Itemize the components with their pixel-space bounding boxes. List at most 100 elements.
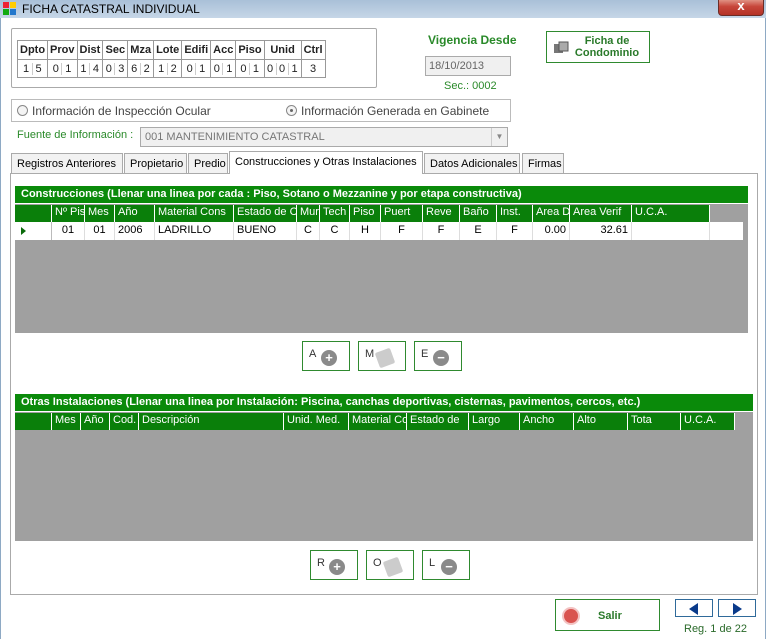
code-value[interactable]: 01	[47, 59, 78, 78]
construcciones-column-header[interactable]: Año	[115, 205, 155, 222]
construcciones-column-header[interactable]: Mes	[85, 205, 115, 222]
tab-firmas[interactable]: Firmas	[522, 153, 564, 173]
code-value[interactable]: 12	[153, 59, 183, 78]
table-cell[interactable]: 01	[52, 222, 85, 240]
table-row[interactable]: 01 01 2006 LADRILLO BUENO C C H F F E F 0.00 32.61	[15, 222, 743, 240]
modify-label: M	[365, 348, 375, 360]
construcciones-column-header[interactable]: Estado de Co	[234, 205, 297, 222]
construcciones-column-header[interactable]: Baño	[460, 205, 497, 222]
salir-button[interactable]: Salir	[555, 599, 660, 631]
plus-icon: +	[321, 350, 337, 366]
construcciones-column-header[interactable]: Tech	[320, 205, 350, 222]
fuente-value: 001 MANTENIMIENTO CATASTRAL	[145, 131, 325, 143]
otras-column-header[interactable]: Material Co	[349, 413, 407, 430]
tab-propietario[interactable]: Propietario	[124, 153, 187, 173]
next-record-button[interactable]	[718, 599, 756, 617]
table-cell[interactable]: F	[497, 222, 533, 240]
otras-column-header[interactable]: Largo	[469, 413, 520, 430]
code-value[interactable]: 03	[102, 59, 129, 78]
construcciones-column-header[interactable]: Material Cons	[155, 205, 234, 222]
otras-column-header[interactable]: Cod.	[110, 413, 139, 430]
table-cell[interactable]: C	[297, 222, 320, 240]
code-header: Piso	[235, 40, 265, 60]
code-value[interactable]: 3	[300, 59, 326, 78]
otras-column-header[interactable]: Mes	[52, 413, 81, 430]
add-instalacion-button[interactable]: R +	[310, 550, 358, 580]
construcciones-column-header[interactable]: Inst.	[497, 205, 533, 222]
delete-instalacion-button[interactable]: L −	[422, 550, 470, 580]
code-digit: 0	[277, 62, 289, 75]
modify-construccion-button[interactable]: M	[358, 341, 406, 371]
code-value[interactable]: 15	[16, 59, 49, 78]
tab-construcciones[interactable]: Construcciones y Otras Instalaciones	[229, 151, 423, 174]
construcciones-column-header[interactable]: Muro	[297, 205, 320, 222]
table-cell[interactable]: 01	[85, 222, 115, 240]
add-label: A	[309, 348, 317, 360]
row-header-corner	[15, 205, 52, 222]
otras-column-header[interactable]: Descripción	[139, 413, 284, 430]
table-cell[interactable]: LADRILLO	[155, 222, 234, 240]
table-cell[interactable]: BUENO	[234, 222, 297, 240]
otras-column-header[interactable]: U.C.A.	[681, 413, 735, 430]
delete-construccion-button[interactable]: E −	[414, 341, 462, 371]
code-digit: 3	[118, 62, 125, 75]
construcciones-column-header[interactable]: Area Verif	[570, 205, 632, 222]
otras-grid[interactable]	[15, 412, 753, 541]
table-cell[interactable]: F	[423, 222, 460, 240]
code-header: Sec	[102, 40, 129, 60]
table-cell[interactable]: C	[320, 222, 350, 240]
chevron-down-icon[interactable]: ▼	[491, 128, 507, 146]
otras-column-header[interactable]: Año	[81, 413, 110, 430]
code-digit: 1	[226, 62, 233, 75]
otras-column-header[interactable]: Estado de	[407, 413, 469, 430]
window-title: FICHA CATASTRAL INDIVIDUAL	[22, 2, 200, 16]
table-cell[interactable]: 32.61	[570, 222, 632, 240]
otras-column-header[interactable]: Alto	[574, 413, 628, 430]
modify-instalacion-button[interactable]: O	[366, 550, 414, 580]
construcciones-column-header[interactable]: U.C.A.	[632, 205, 710, 222]
add-construccion-button[interactable]: A +	[302, 341, 350, 371]
sec-label: Sec.: 0002	[444, 80, 497, 92]
code-value[interactable]: 01	[235, 59, 265, 78]
otras-column-header[interactable]: Tota	[628, 413, 681, 430]
table-cell[interactable]: F	[381, 222, 423, 240]
vigencia-date-field[interactable]: 18/10/2013	[425, 56, 511, 76]
code-value[interactable]: 01	[181, 59, 212, 78]
construcciones-column-header[interactable]: Piso	[350, 205, 381, 222]
table-cell[interactable]: E	[460, 222, 497, 240]
prev-record-button[interactable]	[675, 599, 713, 617]
otras-column-header[interactable]: Unid. Med.	[284, 413, 349, 430]
tab-predio[interactable]: Predio	[188, 153, 228, 173]
code-digit: 3	[309, 62, 317, 75]
radio-inspeccion-label: Información de Inspección Ocular	[32, 104, 211, 118]
fuente-select[interactable]: 001 MANTENIMIENTO CATASTRAL ▼	[140, 127, 508, 147]
app-icon	[3, 2, 17, 15]
construcciones-column-header[interactable]: Reve	[423, 205, 460, 222]
construcciones-column-header[interactable]: Area Decl.	[533, 205, 570, 222]
code-digit: 0	[211, 62, 224, 75]
otras-title: Otras Instalaciones (Llenar una linea po…	[15, 394, 753, 411]
code-digit: 2	[143, 62, 150, 75]
salir-label: Salir	[598, 610, 622, 622]
row-selector[interactable]	[15, 222, 52, 240]
table-cell[interactable]: 2006	[115, 222, 155, 240]
table-cell[interactable]: H	[350, 222, 381, 240]
code-value[interactable]: 14	[76, 59, 104, 78]
construcciones-column-header[interactable]: Puert	[381, 205, 423, 222]
otras-column-header[interactable]: Ancho	[520, 413, 574, 430]
close-button[interactable]: x	[718, 0, 764, 16]
tab-datos-adicionales[interactable]: Datos Adicionales	[424, 153, 520, 173]
tab-registros-anteriores[interactable]: Registros Anteriores	[11, 153, 123, 173]
table-cell[interactable]	[632, 222, 710, 240]
code-digit: 1	[65, 62, 72, 75]
table-cell[interactable]: 0.00	[533, 222, 570, 240]
construcciones-column-header[interactable]: Nº Pis	[52, 205, 85, 222]
vigencia-label: Vigencia Desde	[428, 33, 517, 47]
code-value[interactable]: 62	[127, 59, 155, 78]
code-value[interactable]: 001	[263, 59, 302, 78]
code-value[interactable]: 01	[210, 59, 237, 78]
radio-inspeccion[interactable]: Información de Inspección Ocular	[17, 104, 211, 118]
condominio-button[interactable]: Ficha de Condominio	[546, 31, 650, 63]
radio-gabinete-label: Información Generada en Gabinete	[301, 104, 490, 118]
radio-gabinete[interactable]: Información Generada en Gabinete	[286, 104, 489, 118]
